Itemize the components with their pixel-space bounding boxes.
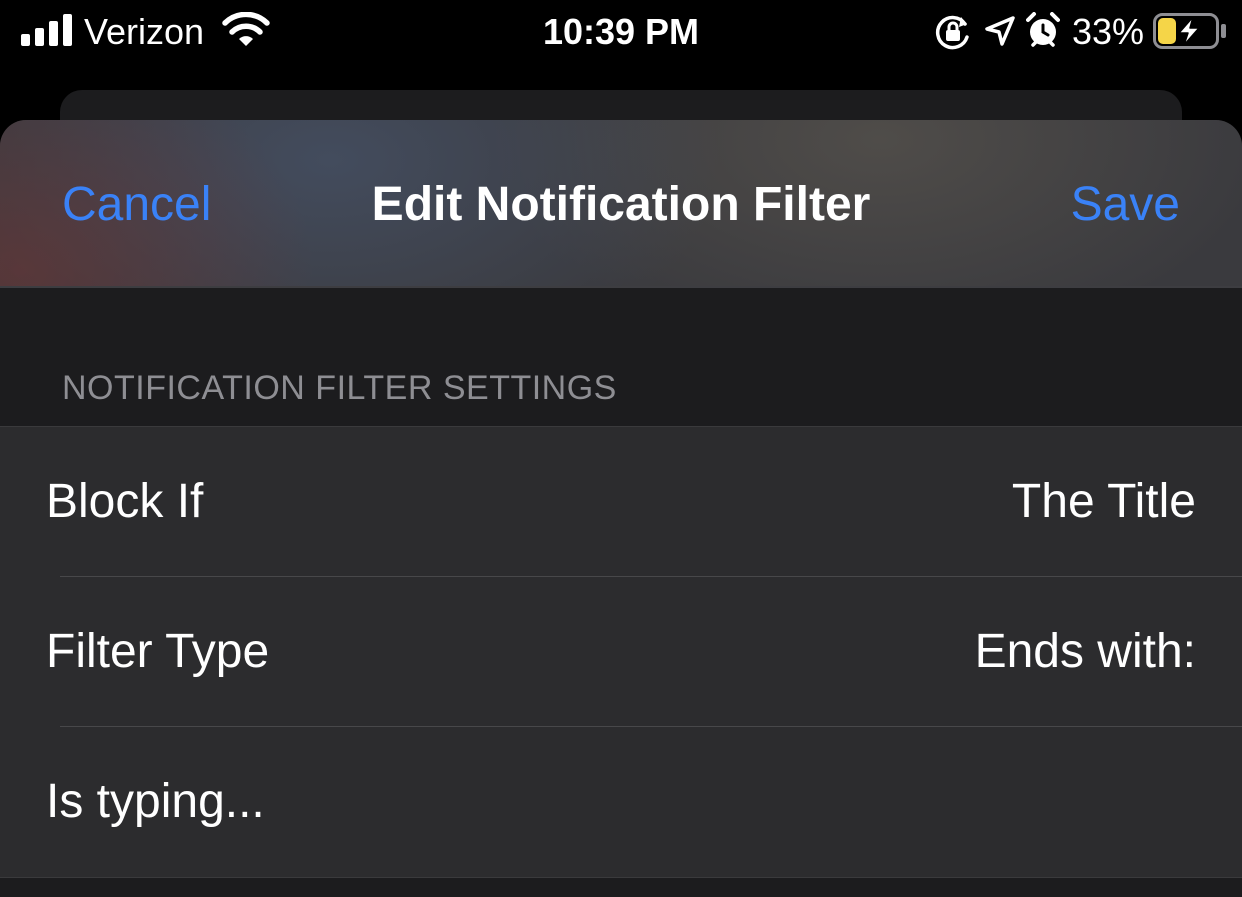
block-if-label: Block If bbox=[46, 475, 204, 528]
status-bar: Verizon 10:39 PM 33% bbox=[0, 0, 1242, 64]
battery-charging-icon bbox=[1153, 13, 1226, 49]
filter-type-row[interactable]: Filter Type Ends with: bbox=[0, 577, 1242, 727]
alarm-icon bbox=[1026, 12, 1060, 47]
settings-group: Block If The Title Filter Type Ends with… bbox=[0, 426, 1242, 878]
block-if-row[interactable]: Block If The Title bbox=[0, 427, 1242, 577]
edit-filter-sheet: Cancel Edit Notification Filter Save NOT… bbox=[0, 120, 1242, 897]
filter-text-field[interactable]: Is typing... bbox=[46, 773, 1196, 831]
location-arrow-icon bbox=[985, 16, 1015, 46]
save-button[interactable]: Save bbox=[1071, 176, 1180, 234]
filter-text-row[interactable]: Is typing... bbox=[0, 727, 1242, 877]
filter-type-value: Ends with: bbox=[974, 625, 1196, 678]
filter-type-label: Filter Type bbox=[46, 625, 270, 678]
block-if-value: The Title bbox=[1011, 475, 1196, 528]
page-title: Edit Notification Filter bbox=[371, 178, 871, 231]
rotation-lock-icon bbox=[935, 15, 969, 50]
battery-percentage: 33% bbox=[1072, 11, 1145, 52]
section-header: NOTIFICATION FILTER SETTINGS bbox=[62, 369, 617, 407]
navigation-bar: Cancel Edit Notification Filter Save bbox=[0, 120, 1242, 288]
